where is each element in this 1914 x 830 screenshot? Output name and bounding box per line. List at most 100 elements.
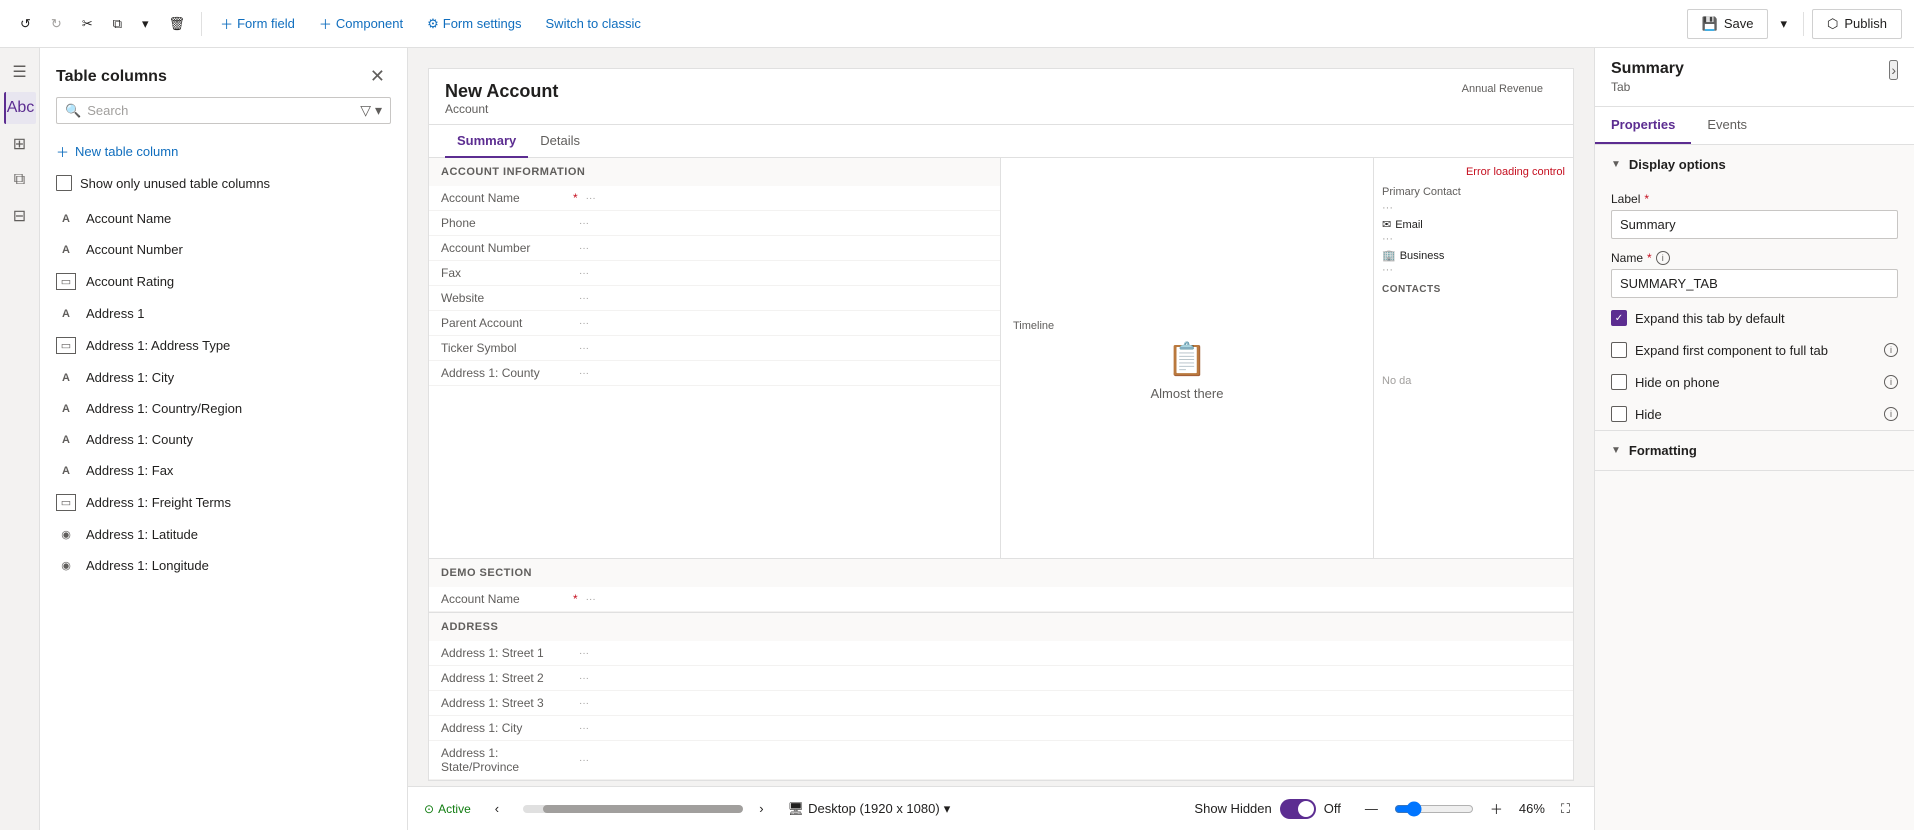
zoom-in-button[interactable]: ＋	[1482, 795, 1511, 822]
active-badge: ⊙ Active	[424, 802, 471, 816]
column-item-address-country[interactable]: AAddress 1: Country/Region	[40, 393, 407, 424]
save-button[interactable]: 💾 Save	[1687, 9, 1769, 39]
layers-button[interactable]: ⧉	[4, 164, 36, 196]
email-row: ✉ Email	[1382, 218, 1565, 231]
display-options-title: Display options	[1629, 157, 1726, 172]
search-input[interactable]	[87, 103, 354, 118]
business-value: ···	[1382, 264, 1565, 276]
divider-2	[1803, 12, 1804, 36]
column-item-address-county[interactable]: AAddress 1: County	[40, 424, 407, 455]
address-street2: Address 1: Street 2 ···	[429, 666, 1573, 691]
close-panel-button[interactable]: ✕	[364, 64, 391, 89]
formatting-header[interactable]: ▼ Formatting	[1595, 431, 1914, 470]
show-unused-row[interactable]: Show only unused table columns	[56, 175, 391, 191]
table-button[interactable]: ⊟	[4, 200, 36, 232]
plus-icon-2: ＋	[319, 14, 332, 33]
properties-tab[interactable]: Properties	[1595, 107, 1691, 144]
column-item-address-type[interactable]: ▭Address 1: Address Type	[40, 329, 407, 362]
name-info-icon[interactable]: i	[1656, 251, 1670, 265]
expand-default-row[interactable]: ✓ Expand this tab by default	[1595, 302, 1914, 334]
zoom-out-button[interactable]: —	[1357, 797, 1386, 820]
fit-screen-button[interactable]: ⛶	[1553, 797, 1578, 821]
scroll-left-button[interactable]: ‹	[487, 797, 507, 820]
zoom-slider[interactable]	[1394, 801, 1474, 817]
left-panel-title: Table columns	[56, 68, 167, 86]
filter-icon[interactable]: ▽	[360, 102, 371, 119]
summary-tab[interactable]: Summary	[445, 125, 528, 158]
menu-button[interactable]: ☰	[4, 56, 36, 88]
filter-dropdown-icon[interactable]: ▾	[375, 102, 382, 119]
add-component-button[interactable]: ＋ Component	[309, 10, 413, 37]
show-unused-checkbox[interactable]	[56, 175, 72, 191]
column-label-address-freight: Address 1: Freight Terms	[86, 495, 231, 510]
desktop-label: Desktop (1920 x 1080)	[808, 801, 940, 816]
column-item-address-longitude[interactable]: ◉Address 1: Longitude	[40, 550, 407, 581]
hide-phone-row[interactable]: Hide on phone i	[1595, 366, 1914, 398]
desktop-selector[interactable]: 🖥 Desktop (1920 x 1080) ▾	[788, 801, 951, 817]
column-item-address-city[interactable]: AAddress 1: City	[40, 362, 407, 393]
show-hidden-toggle[interactable]	[1280, 799, 1316, 819]
expand-panel-button[interactable]: ›	[1889, 60, 1898, 80]
expand-default-checkbox[interactable]: ✓	[1611, 310, 1627, 326]
switch-classic-button[interactable]: Switch to classic	[536, 12, 651, 35]
column-item-account-rating[interactable]: ▭Account Rating	[40, 265, 407, 298]
column-item-account-number[interactable]: AAccount Number	[40, 234, 407, 265]
expand-full-row[interactable]: Expand first component to full tab i	[1595, 334, 1914, 366]
display-options-header[interactable]: ▼ Display options	[1595, 145, 1914, 184]
column-item-account-name[interactable]: AAccount Name	[40, 203, 407, 234]
hide-phone-label: Hide on phone	[1635, 375, 1720, 390]
hide-phone-info-icon[interactable]: i	[1884, 375, 1898, 389]
timeline-almost-there: Almost there	[1151, 386, 1224, 401]
column-icon-address-county: A	[56, 434, 76, 446]
expand-full-checkbox[interactable]	[1611, 342, 1627, 358]
hide-info-icon[interactable]: i	[1884, 407, 1898, 421]
canvas-area: New Account Account Annual Revenue Summa…	[408, 48, 1594, 830]
add-form-field-button[interactable]: ＋ Form field	[210, 10, 305, 37]
address-street1: Address 1: Street 1 ···	[429, 641, 1573, 666]
dashboard-button[interactable]: ⊞	[4, 128, 36, 160]
primary-contact-value: ···	[1382, 202, 1565, 214]
column-item-address-freight[interactable]: ▭Address 1: Freight Terms	[40, 486, 407, 519]
address-section: ADDRESS Address 1: Street 1 ··· Address …	[429, 612, 1573, 780]
dropdown-button[interactable]: ▾	[134, 12, 157, 36]
cut-button[interactable]: ✂	[74, 12, 101, 36]
column-item-address-fax[interactable]: AAddress 1: Fax	[40, 455, 407, 486]
name-input[interactable]	[1611, 269, 1898, 298]
fields-button[interactable]: Abc	[4, 92, 36, 124]
save-dropdown-button[interactable]: ▾	[1772, 12, 1795, 36]
field-account-name: Account Name * ···	[429, 186, 1000, 211]
active-label: Active	[438, 802, 471, 816]
component-label: Component	[336, 16, 403, 31]
label-input[interactable]	[1611, 210, 1898, 239]
publish-button[interactable]: ⬡ Publish	[1812, 9, 1902, 39]
icon-bar: ☰ Abc ⊞ ⧉ ⊟	[0, 48, 40, 830]
addr-street3-dots: ···	[579, 698, 589, 709]
events-tab[interactable]: Events	[1691, 107, 1763, 144]
field-label-website: Website	[441, 291, 571, 305]
column-label-address-country: Address 1: Country/Region	[86, 401, 242, 416]
field-website: Website ···	[429, 286, 1000, 311]
hide-phone-checkbox[interactable]	[1611, 374, 1627, 390]
details-tab[interactable]: Details	[528, 125, 592, 158]
delete-button[interactable]: 🗑	[161, 12, 194, 36]
hide-row[interactable]: Hide i	[1595, 398, 1914, 430]
column-item-address-1[interactable]: AAddress 1	[40, 298, 407, 329]
main-layout: ☰ Abc ⊞ ⧉ ⊟ Table columns ✕ 🔍 ▽ ▾ ＋ New …	[0, 48, 1914, 830]
new-column-button[interactable]: ＋ New table column	[56, 136, 391, 167]
addr-street2-dots: ···	[579, 673, 589, 684]
hide-checkbox[interactable]	[1611, 406, 1627, 422]
field-dots-8: ···	[579, 368, 589, 379]
form-settings-button[interactable]: ⚙ Form settings	[417, 12, 531, 36]
redo-button[interactable]: ↻	[43, 12, 70, 36]
field-county: Address 1: County ···	[429, 361, 1000, 386]
formatting-chevron: ▼	[1611, 445, 1621, 456]
field-label-fax: Fax	[441, 266, 571, 280]
scroll-right-button[interactable]: ›	[751, 797, 771, 820]
expand-full-info-icon[interactable]: i	[1884, 343, 1898, 357]
error-loading[interactable]: Error loading control	[1382, 166, 1565, 178]
column-item-address-latitude[interactable]: ◉Address 1: Latitude	[40, 519, 407, 550]
form-preview: New Account Account Annual Revenue Summa…	[428, 68, 1574, 781]
undo-button[interactable]: ↺	[12, 12, 39, 36]
field-dots-4: ···	[579, 268, 589, 279]
copy-button[interactable]: ⧉	[105, 12, 130, 36]
